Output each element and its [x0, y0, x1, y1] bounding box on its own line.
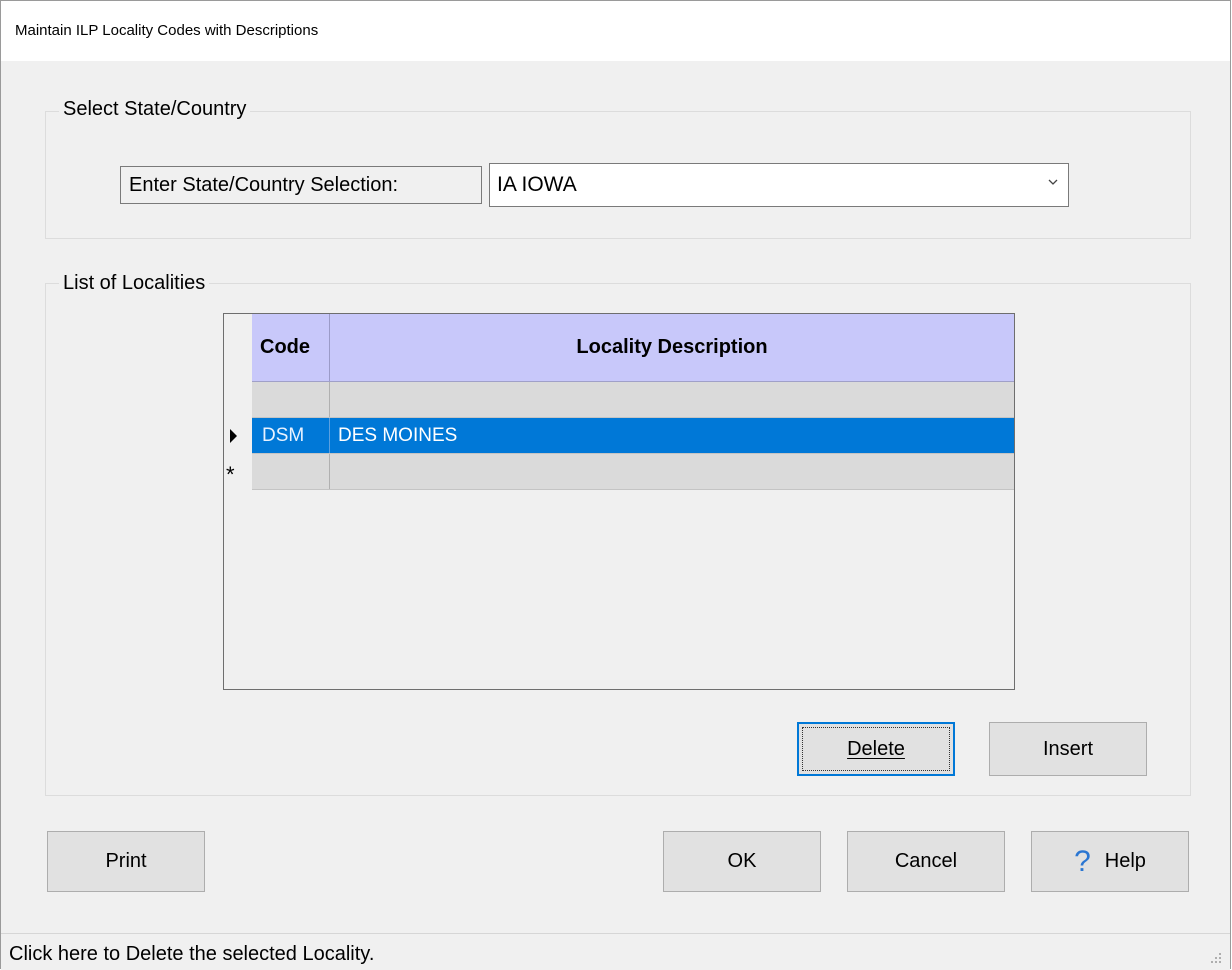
column-header-description[interactable]: Locality Description: [330, 314, 1014, 381]
resize-grip-icon[interactable]: [1210, 952, 1222, 964]
state-country-value: IA IOWA: [497, 173, 577, 196]
ok-button-label: OK: [727, 850, 757, 872]
localities-caption: List of Localities: [59, 272, 210, 295]
current-row-arrow-icon: [230, 429, 237, 443]
help-icon: ?: [1074, 844, 1091, 878]
cell-code[interactable]: [252, 382, 330, 417]
state-country-label-text: Enter State/Country Selection:: [129, 174, 399, 196]
localities-grid[interactable]: Code Locality Description DSM DES MOINES…: [223, 313, 1015, 690]
title-bar: Maintain ILP Locality Codes with Descrip…: [1, 1, 1230, 61]
print-button-label: Print: [105, 850, 147, 872]
state-country-label: Enter State/Country Selection:: [120, 166, 482, 204]
grid-header: Code Locality Description: [252, 314, 1014, 382]
ok-button[interactable]: OK: [663, 831, 821, 892]
cell-code[interactable]: [252, 454, 330, 489]
help-button[interactable]: ? Help: [1031, 831, 1189, 892]
insert-button-label: Insert: [1042, 737, 1094, 760]
state-country-combobox[interactable]: IA IOWA: [489, 163, 1069, 207]
focus-rectangle: [802, 727, 950, 771]
table-row[interactable]: [252, 382, 1014, 418]
new-row-marker-icon: *: [226, 462, 235, 487]
dialog-window: Maintain ILP Locality Codes with Descrip…: [0, 0, 1231, 970]
insert-button[interactable]: Insert: [989, 722, 1147, 776]
table-row-new[interactable]: [252, 454, 1014, 490]
cancel-button-label: Cancel: [894, 850, 958, 872]
cell-description[interactable]: [330, 382, 1014, 417]
print-button[interactable]: Print: [47, 831, 205, 892]
window-title: Maintain ILP Locality Codes with Descrip…: [15, 22, 319, 39]
chevron-down-icon[interactable]: [1048, 177, 1058, 187]
column-header-code[interactable]: Code: [252, 314, 330, 381]
status-text: Click here to Delete the selected Locali…: [9, 943, 375, 965]
cell-description[interactable]: [330, 454, 1014, 489]
help-button-label: Help: [1104, 850, 1146, 872]
delete-button[interactable]: Delete: [797, 722, 955, 776]
cell-code[interactable]: DSM: [252, 418, 330, 453]
table-row-selected[interactable]: DSM DES MOINES: [252, 418, 1014, 454]
status-bar: Click here to Delete the selected Locali…: [1, 933, 1230, 970]
cell-description[interactable]: DES MOINES: [330, 418, 1014, 453]
cancel-button[interactable]: Cancel: [847, 831, 1005, 892]
select-state-caption: Select State/Country: [59, 98, 251, 121]
